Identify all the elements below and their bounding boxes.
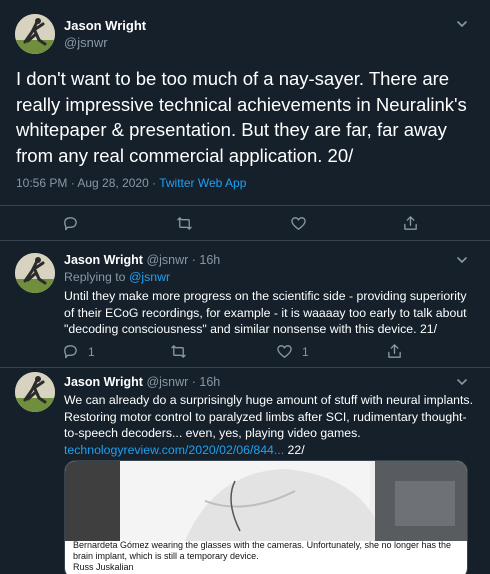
avatar-image (15, 372, 55, 412)
tweet-text-suffix: 22/ (284, 442, 305, 457)
tweet-source[interactable]: Twitter Web App (159, 176, 246, 190)
like-count: 1 (302, 344, 309, 359)
share-icon (404, 216, 417, 230)
tweet-text: Until they make more progress on the sci… (64, 289, 467, 336)
author-name[interactable]: Jason Wright (64, 375, 143, 389)
reply-tweet[interactable]: Jason Wright @jsnwr · 16h We can already… (0, 368, 490, 574)
share-icon (388, 344, 401, 358)
author-name[interactable]: Jason Wright (64, 253, 143, 267)
tweet-age[interactable]: 16h (199, 253, 220, 267)
like-icon (291, 217, 306, 230)
author-handle[interactable]: @jsnwr (146, 253, 188, 267)
avatar[interactable] (15, 253, 55, 293)
avatar-image (15, 253, 55, 293)
like-icon (277, 345, 292, 358)
more-options-chevron-icon[interactable] (454, 252, 470, 268)
reply-button[interactable]: 1 (62, 343, 95, 360)
card-caption-text: Bernardeta Gómez wearing the glasses wit… (73, 540, 452, 561)
retweet-icon (171, 345, 186, 358)
tweet-text-main: We can already do a surprisingly huge am… (64, 393, 473, 440)
more-options-chevron-icon[interactable] (454, 374, 470, 390)
reply-button[interactable] (62, 215, 79, 232)
tweet-timestamp[interactable]: 10:56 PM · Aug 28, 2020 · (16, 176, 159, 190)
reply-header: Jason Wright @jsnwr · 16h (64, 253, 220, 267)
retweet-button[interactable] (176, 215, 193, 232)
replying-to: Replying to @jsnwr (64, 270, 170, 284)
like-button[interactable] (290, 215, 307, 232)
author-handle[interactable]: @jsnwr (64, 35, 108, 50)
main-tweet: Jason Wright @jsnwr I don't want to be t… (0, 0, 490, 241)
avatar[interactable] (15, 14, 55, 54)
author-handle[interactable]: @jsnwr (146, 375, 188, 389)
reply-icon (64, 345, 77, 359)
like-button[interactable]: 1 (276, 343, 309, 360)
link-preview-card[interactable]: Bernardeta Gómez wearing the glasses wit… (64, 460, 468, 574)
share-button[interactable] (386, 343, 403, 360)
card-image (65, 461, 467, 541)
avatar[interactable] (15, 372, 55, 412)
tweet-actions (0, 205, 490, 241)
card-credit: Russ Juskalian (73, 562, 134, 572)
replying-to-label: Replying to (64, 270, 129, 284)
author-name[interactable]: Jason Wright (64, 18, 146, 33)
card-caption: Bernardeta Gómez wearing the glasses wit… (73, 540, 463, 573)
tweet-text: I don't want to be too much of a nay-say… (16, 68, 467, 166)
reply-count: 1 (88, 344, 95, 359)
separator: · (188, 375, 200, 389)
separator: · (188, 253, 200, 267)
reply-icon (64, 217, 77, 231)
avatar-image (15, 14, 55, 54)
share-button[interactable] (402, 215, 419, 232)
more-options-chevron-icon[interactable] (454, 16, 470, 32)
replying-to-handle[interactable]: @jsnwr (129, 270, 170, 284)
retweet-icon (177, 217, 192, 230)
reply-header: Jason Wright @jsnwr · 16h (64, 375, 220, 389)
retweet-button[interactable] (170, 343, 196, 360)
tweet-link[interactable]: technologyreview.com/2020/02/06/844... (64, 443, 284, 457)
tweet-meta: 10:56 PM · Aug 28, 2020 · Twitter Web Ap… (16, 176, 246, 190)
tweet-age[interactable]: 16h (199, 375, 220, 389)
tweet-text: We can already do a surprisingly huge am… (64, 392, 476, 458)
reply-tweet[interactable]: Jason Wright @jsnwr · 16h Replying to @j… (0, 241, 490, 368)
